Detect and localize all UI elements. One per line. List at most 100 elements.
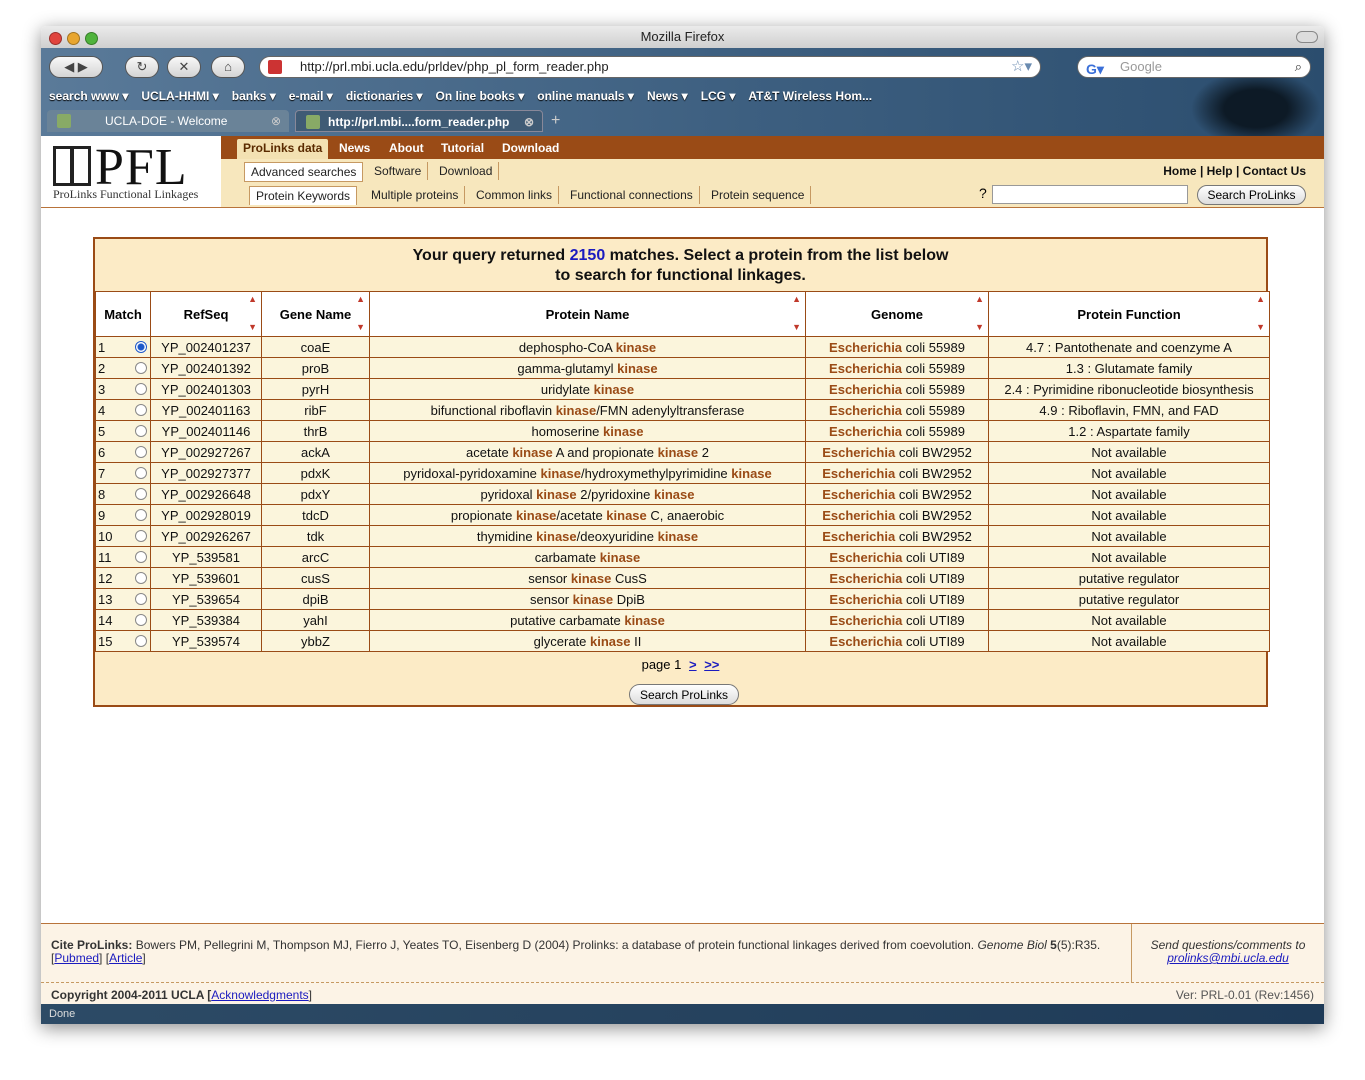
bookmark-item[interactable]: LCG ▾ [701, 89, 736, 103]
toolbar-toggle-button[interactable] [1296, 31, 1318, 43]
tab-form-reader[interactable]: http://prl.mbi....form_reader.php ⊗ [295, 110, 543, 132]
nav-download-secondary[interactable]: Download [433, 162, 500, 180]
nav-advanced-searches[interactable]: Advanced searches [244, 162, 364, 182]
sort-desc-icon[interactable]: ▼ [356, 322, 365, 332]
nav-prolinks-data[interactable]: ProLinks data [237, 139, 329, 159]
stop-button[interactable]: ✕ [167, 56, 201, 78]
tab-protein-sequence[interactable]: Protein sequence [705, 186, 812, 204]
table-row[interactable]: 5 YP_002401146 thrB homoserine kinase Escher… [95, 420, 1270, 442]
nav-about[interactable]: About [383, 139, 430, 159]
tab-common-links[interactable]: Common links [470, 186, 560, 204]
row-select-radio[interactable] [135, 614, 147, 626]
acknowledgments-link[interactable]: Acknowledgments [211, 988, 308, 1002]
sort-desc-icon[interactable]: ▼ [792, 322, 801, 332]
close-window-button[interactable] [49, 32, 62, 45]
tab-functional-connections[interactable]: Functional connections [564, 186, 700, 204]
search-icon[interactable]: ⌕ [1295, 57, 1302, 77]
nav-download[interactable]: Download [496, 139, 565, 159]
close-tab-icon[interactable]: ⊗ [524, 111, 534, 133]
tab-protein-keywords[interactable]: Protein Keywords [249, 186, 358, 205]
table-row[interactable]: 2 YP_002401392 proB gamma-glutamyl kinase Es… [95, 357, 1270, 379]
search-engine-box[interactable]: G▾ Google ⌕ [1077, 56, 1311, 78]
bookmark-item[interactable]: online manuals ▾ [537, 89, 634, 103]
table-row[interactable]: 9 YP_002928019 tdcD propionate kinase/aceta… [95, 504, 1270, 526]
row-select-radio[interactable] [135, 593, 147, 605]
bookmark-star-icon[interactable]: ☆▾ [1011, 57, 1032, 77]
table-row[interactable]: 10 YP_002926267 tdk thymidine kinase/deoxyu… [95, 525, 1270, 547]
bookmark-item[interactable]: On line books ▾ [436, 89, 525, 103]
bookmark-item[interactable]: banks ▾ [232, 89, 276, 103]
row-select-radio[interactable] [135, 572, 147, 584]
close-tab-icon[interactable]: ⊗ [271, 110, 281, 132]
match-cell: 4 [95, 399, 151, 421]
col-refseq[interactable]: RefSeq ▲ ▼ [150, 291, 262, 337]
pfl-logo[interactable]: PFL ProLinks Functional Linkages [41, 136, 222, 206]
table-row[interactable]: 1 YP_002401237 coaE dephospho-CoA kinase Esc… [95, 336, 1270, 358]
row-select-radio[interactable] [135, 551, 147, 563]
row-select-radio[interactable] [135, 404, 147, 416]
sort-desc-icon[interactable]: ▼ [1256, 322, 1265, 332]
next-page-link[interactable]: > [689, 657, 697, 672]
table-row[interactable]: 8 YP_002926648 pdxY pyridoxal kinase 2/pyri… [95, 483, 1270, 505]
new-tab-icon[interactable]: + [551, 112, 560, 130]
article-link[interactable]: Article [109, 951, 142, 965]
bookmark-item[interactable]: e-mail ▾ [289, 89, 333, 103]
contact-email-link[interactable]: prolinks@mbi.ucla.edu [1167, 951, 1289, 965]
sort-asc-icon[interactable]: ▲ [248, 294, 257, 304]
row-select-radio[interactable] [135, 446, 147, 458]
row-select-radio[interactable] [135, 530, 147, 542]
bookmark-item[interactable]: search www ▾ [49, 89, 128, 103]
nav-software[interactable]: Software [368, 162, 429, 180]
col-protein-function[interactable]: Protein Function ▲ ▼ [988, 291, 1270, 337]
row-select-radio[interactable] [135, 425, 147, 437]
zoom-window-button[interactable] [85, 32, 98, 45]
table-row[interactable]: 15 YP_539574 ybbZ glycerate kinase II Escher… [95, 630, 1270, 652]
sort-asc-icon[interactable]: ▲ [975, 294, 984, 304]
reload-button[interactable]: ↻ [125, 56, 159, 78]
search-help-icon[interactable]: ? [979, 185, 987, 201]
table-row[interactable]: 11 YP_539581 arcC carbamate kinase Escherich… [95, 546, 1270, 568]
search-input[interactable] [992, 185, 1188, 204]
row-select-radio[interactable] [135, 383, 147, 395]
sort-desc-icon[interactable]: ▼ [975, 322, 984, 332]
table-row[interactable]: 3 YP_002401303 pyrH uridylate kinase Escheri… [95, 378, 1270, 400]
tab-multiple-proteins[interactable]: Multiple proteins [365, 186, 466, 204]
sort-asc-icon[interactable]: ▲ [792, 294, 801, 304]
table-row[interactable]: 7 YP_002927377 pdxK pyridoxal-pyridoxamine … [95, 462, 1270, 484]
nav-tutorial[interactable]: Tutorial [435, 139, 490, 159]
home-button[interactable]: ⌂ [211, 56, 245, 78]
row-select-radio[interactable] [135, 341, 147, 353]
nav-news[interactable]: News [333, 139, 376, 159]
table-row[interactable]: 4 YP_002401163 ribF bifunctional riboflavin… [95, 399, 1270, 421]
search-prolinks-button[interactable]: Search ProLinks [1197, 185, 1306, 205]
top-links[interactable]: Home | Help | Contact Us [1163, 164, 1306, 178]
last-page-link[interactable]: >> [704, 657, 719, 672]
url-bar[interactable]: http://prl.mbi.ucla.edu/prldev/php_pl_fo… [259, 56, 1041, 78]
row-select-radio[interactable] [135, 488, 147, 500]
sort-asc-icon[interactable]: ▲ [356, 294, 365, 304]
google-icon[interactable]: G▾ [1086, 59, 1104, 79]
col-genome[interactable]: Genome ▲ ▼ [805, 291, 989, 337]
sort-desc-icon[interactable]: ▼ [248, 322, 257, 332]
bookmark-item[interactable]: AT&T Wireless Hom... [748, 89, 872, 103]
pubmed-link[interactable]: Pubmed [54, 951, 99, 965]
table-row[interactable]: 6 YP_002927267 ackA acetate kinase A and pr… [95, 441, 1270, 463]
table-row[interactable]: 12 YP_539601 cusS sensor kinase CusS Escheri… [95, 567, 1270, 589]
row-select-radio[interactable] [135, 635, 147, 647]
sort-asc-icon[interactable]: ▲ [1256, 294, 1265, 304]
col-protein-name[interactable]: Protein Name ▲ ▼ [369, 291, 806, 337]
refseq: YP_002401146 [161, 423, 251, 439]
bookmark-item[interactable]: dictionaries ▾ [346, 89, 423, 103]
row-select-radio[interactable] [135, 509, 147, 521]
col-gene-name[interactable]: Gene Name ▲ ▼ [261, 291, 370, 337]
bookmark-item[interactable]: UCLA-HHMI ▾ [141, 89, 218, 103]
back-forward-button[interactable]: ◀ ▶ [49, 56, 103, 78]
minimize-window-button[interactable] [67, 32, 80, 45]
table-row[interactable]: 13 YP_539654 dpiB sensor kinase DpiB Escheri… [95, 588, 1270, 610]
search-prolinks-submit[interactable]: Search ProLinks [629, 684, 739, 705]
table-row[interactable]: 14 YP_539384 yahI putative carbamate kinase… [95, 609, 1270, 631]
row-select-radio[interactable] [135, 467, 147, 479]
tab-ucla-doe[interactable]: UCLA-DOE - Welcome ⊗ [47, 110, 289, 132]
row-select-radio[interactable] [135, 362, 147, 374]
bookmark-item[interactable]: News ▾ [647, 89, 688, 103]
